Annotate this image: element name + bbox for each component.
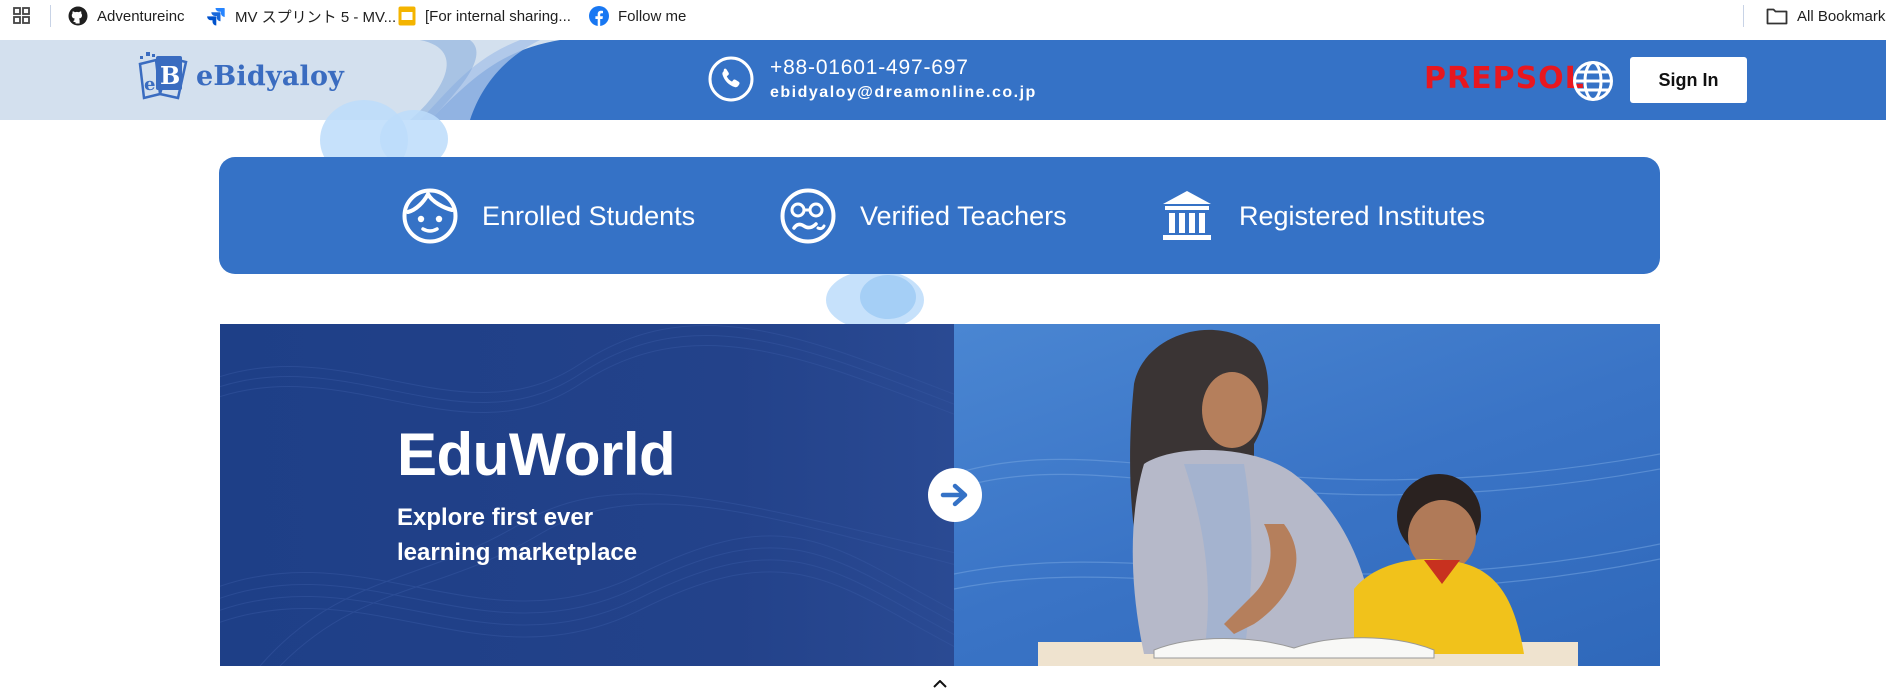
all-bookmarks[interactable]: All Bookmarks (1766, 2, 1886, 30)
prepsol-logo[interactable]: PREPSOL (1424, 61, 1585, 96)
banner-title: EduWorld (397, 421, 676, 488)
site-logo[interactable]: B e eBidyaloy (130, 50, 344, 102)
stat-label: Verified Teachers (860, 200, 1067, 231)
phone-number[interactable]: +88-01601-497-697 (770, 56, 1037, 80)
apps-grid-icon[interactable] (12, 6, 32, 26)
bookmarks-separator (1743, 5, 1744, 27)
svg-text:e: e (144, 74, 155, 95)
bookmark-label: [For internal sharing... (425, 7, 571, 25)
bookmarks-bar: Adventureinc MV スプリント 5 - MV... [For int… (0, 0, 1886, 40)
folder-icon (1766, 8, 1788, 25)
phone-icon (708, 56, 754, 102)
svg-text:B: B (160, 61, 180, 90)
bookmarks-separator (50, 5, 51, 27)
ebidyaloy-logo-icon: B e (138, 52, 188, 100)
bookmark-label: MV スプリント 5 - MV... (235, 8, 397, 26)
stat-registered-institutes[interactable]: Registered Institutes (1159, 187, 1485, 245)
logo-text: eBidyaloy (196, 60, 345, 92)
sign-in-button[interactable]: Sign In (1630, 57, 1747, 103)
caret-up-icon (933, 680, 947, 688)
contact-info: +88-01601-497-697 ebidyaloy@dreamonline.… (708, 56, 1037, 102)
bookmark-label: Adventureinc (97, 7, 185, 25)
jira-icon (207, 8, 225, 26)
banner-arrow-button[interactable] (928, 468, 982, 522)
institute-building-icon (1163, 191, 1211, 240)
teacher-face-icon (780, 188, 836, 244)
banner-left-panel: EduWorld Explore first ever learning mar… (220, 324, 954, 666)
banner-subtitle: Explore first ever learning marketplace (397, 500, 637, 570)
stat-label: Enrolled Students (482, 200, 696, 231)
bookmark-adventureinc[interactable]: Adventureinc (68, 2, 185, 30)
bookmark-mv-sprint[interactable]: MV スプリント 5 - MV... (206, 2, 396, 30)
wave-lines-decoration (220, 325, 954, 666)
facebook-icon (589, 6, 609, 26)
decor-blob (860, 275, 916, 319)
all-bookmarks-label: All Bookmarks (1797, 7, 1886, 25)
arrow-right-icon (940, 483, 968, 507)
banner-photo-panel (954, 324, 1660, 666)
slides-icon (398, 6, 416, 26)
teacher-child-photo (954, 329, 1660, 666)
email-address[interactable]: ebidyaloy@dreamonline.co.jp (770, 84, 1037, 102)
student-face-icon (402, 188, 458, 244)
bookmark-label: Follow me (618, 7, 687, 25)
bookmark-internal-sharing[interactable]: [For internal sharing... (398, 2, 571, 30)
site-header: B e eBidyaloy +88-01601-497-697 ebidyalo… (0, 40, 1886, 120)
eduworld-banner[interactable]: EduWorld Explore first ever learning mar… (220, 324, 1660, 666)
stat-enrolled-students[interactable]: Enrolled Students (402, 187, 695, 245)
bookmark-follow-me[interactable]: Follow me (589, 2, 686, 30)
banner-subtitle-line: learning marketplace (397, 539, 638, 566)
stats-card: Enrolled Students Verified Teachers Regi… (219, 157, 1660, 274)
github-icon (68, 6, 88, 26)
stat-verified-teachers[interactable]: Verified Teachers (780, 187, 1067, 245)
globe-icon[interactable] (1572, 60, 1614, 102)
stat-label: Registered Institutes (1239, 200, 1486, 231)
banner-subtitle-line: Explore first ever (397, 504, 594, 531)
